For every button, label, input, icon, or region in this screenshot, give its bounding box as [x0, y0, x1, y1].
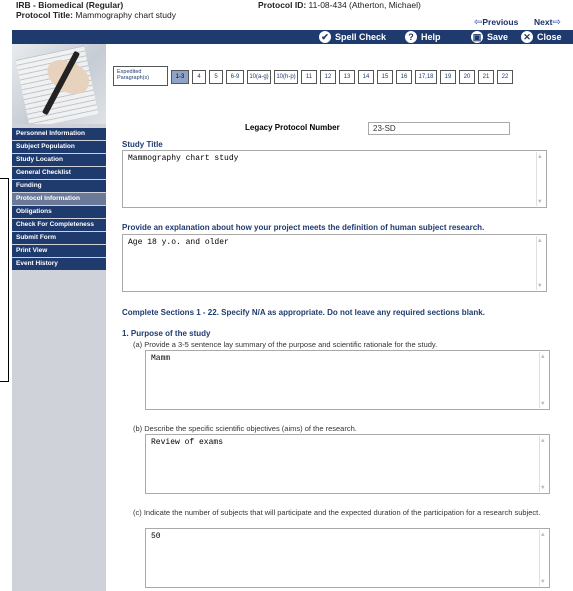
study-title-field[interactable]: Mammography chart study	[122, 150, 547, 208]
question-a-field[interactable]: Mamm	[145, 350, 550, 410]
protocol-title-line: Protocol Title: Mammography chart study	[16, 10, 176, 20]
tab-section-22[interactable]: 22	[497, 70, 513, 84]
question-c-label: (c) Indicate the number of subjects that…	[133, 508, 541, 517]
tab-section-10-a-g-[interactable]: 10(a-g)	[247, 70, 271, 84]
spell-check-button[interactable]: ✔ Spell Check	[318, 30, 386, 44]
sidebar-item-subject-population[interactable]: Subject Population	[12, 141, 106, 153]
protocol-title-label: Protocol Title:	[16, 10, 73, 20]
help-icon: ?	[404, 30, 418, 44]
study-title-label: Study Title	[122, 140, 163, 149]
legacy-protocol-field[interactable]: 23-SD	[368, 122, 510, 135]
save-icon: ▣	[470, 30, 484, 44]
tab-section-5[interactable]: 5	[209, 70, 223, 84]
close-icon: ✕	[520, 30, 534, 44]
checkmark-icon: ✔	[318, 30, 332, 44]
sidebar-item-study-location[interactable]: Study Location	[12, 154, 106, 166]
tab-section-19[interactable]: 19	[440, 70, 456, 84]
tab-section-16[interactable]: 16	[396, 70, 412, 84]
tab-expedited-paragraphs[interactable]: Expedited Paragraph(s)	[113, 66, 168, 86]
question-b-field[interactable]: Review of exams	[145, 434, 550, 494]
scrollbar[interactable]	[539, 352, 548, 408]
next-link[interactable]: Next⇨	[534, 17, 561, 28]
sidebar-menu: Personnel Information Subject Population…	[12, 128, 106, 271]
scrollbar[interactable]	[539, 436, 548, 492]
previous-link[interactable]: ⇦Previous	[474, 17, 518, 28]
sidebar-item-print-view[interactable]: Print View	[12, 245, 106, 257]
tab-section-21[interactable]: 21	[478, 70, 494, 84]
legacy-protocol-label: Legacy Protocol Number	[245, 123, 340, 132]
sidebar-item-protocol-information[interactable]: Protocol Information	[12, 193, 106, 205]
sidebar-item-event-history[interactable]: Event History	[12, 258, 106, 270]
protocol-id: 11-08-434 (Atherton, Michael)	[308, 0, 421, 10]
tab-section-1-3[interactable]: 1-3	[171, 70, 189, 84]
board-type: IRB - Biomedical (Regular)	[16, 0, 124, 10]
banner-image	[12, 44, 106, 124]
scrollbar[interactable]	[536, 236, 545, 290]
tab-section-11[interactable]: 11	[301, 70, 317, 84]
question-b-label: (b) Describe the specific scientific obj…	[133, 424, 357, 433]
tab-section-6-9[interactable]: 6-9	[226, 70, 244, 84]
save-button[interactable]: ▣ Save	[470, 30, 508, 44]
sidebar-item-funding[interactable]: Funding	[12, 180, 106, 192]
protocol-title: Mammography chart study	[75, 10, 176, 20]
scrollbar[interactable]	[536, 152, 545, 206]
tab-section-15[interactable]: 15	[377, 70, 393, 84]
tab-section-4[interactable]: 4	[192, 70, 206, 84]
toolbar: ✔ Spell Check ? Help ▣ Save ✕ Close	[12, 30, 573, 44]
sidebar-item-personnel[interactable]: Personnel Information	[12, 128, 106, 140]
sidebar-item-general-checklist[interactable]: General Checklist	[12, 167, 106, 179]
tab-section-14[interactable]: 14	[358, 70, 374, 84]
protocol-id-label: Protocol ID:	[258, 0, 307, 10]
tab-section-20[interactable]: 20	[459, 70, 475, 84]
instructions-text: Complete Sections 1 - 22. Specify N/A as…	[122, 308, 485, 317]
tab-section-13[interactable]: 13	[339, 70, 355, 84]
left-frame-line	[0, 178, 9, 382]
tab-section-12[interactable]: 12	[320, 70, 336, 84]
sidebar-item-check-completeness[interactable]: Check For Completeness	[12, 219, 106, 231]
arrow-right-icon: ⇨	[552, 17, 561, 28]
explanation-label: Provide an explanation about how your pr…	[122, 223, 485, 232]
explanation-field[interactable]: Age 18 y.o. and older	[122, 234, 547, 292]
scrollbar[interactable]	[539, 530, 548, 586]
close-button[interactable]: ✕ Close	[520, 30, 562, 44]
header: IRB - Biomedical (Regular) Protocol Titl…	[0, 0, 573, 30]
sidebar-item-obligations[interactable]: Obligations	[12, 206, 106, 218]
sidebar: Personnel Information Subject Population…	[12, 44, 106, 591]
section-1-title: 1. Purpose of the study	[122, 329, 211, 338]
tab-section-10-h-p-[interactable]: 10(h-p)	[274, 70, 298, 84]
question-a-label: (a) Provide a 3-5 sentence lay summary o…	[133, 340, 438, 349]
protocol-id-line: Protocol ID: 11-08-434 (Atherton, Michae…	[258, 0, 421, 10]
sidebar-item-submit-form[interactable]: Submit Form	[12, 232, 106, 244]
tab-section-17-18[interactable]: 17,18	[415, 70, 437, 84]
question-c-field[interactable]: 50	[145, 528, 550, 588]
help-button[interactable]: ? Help	[404, 30, 441, 44]
